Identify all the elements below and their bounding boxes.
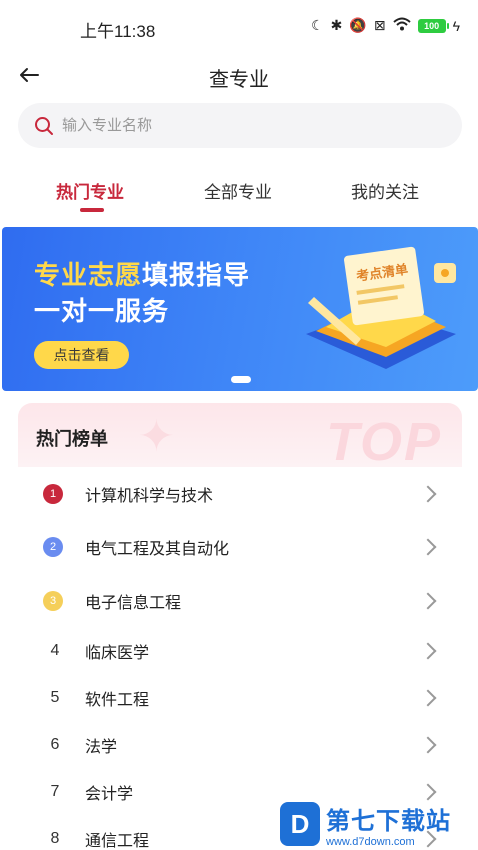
item-label: 法学 xyxy=(85,739,118,756)
chevron-right-icon xyxy=(419,642,437,660)
charging-icon: ϟ xyxy=(452,17,460,34)
rank-number: 7 xyxy=(50,783,60,800)
banner-headline-highlight: 专业志愿 xyxy=(34,260,143,290)
mute-icon: 🔕 xyxy=(349,17,367,33)
item-label: 电气工程及其自动化 xyxy=(85,541,230,558)
list-item[interactable]: 6 法学 xyxy=(18,722,462,768)
status-icons: ☾ ✱ 🔕 ⊠ 100 ϟ xyxy=(311,17,460,34)
site-name: 第七下载站 xyxy=(326,807,451,835)
site-url: www.d7down.com xyxy=(326,835,415,848)
hot-list-title: 热门榜单 xyxy=(36,429,108,449)
rank-medal-icon: 3 xyxy=(43,591,63,611)
tab-bar: 热门专业 全部专业 我的关注 xyxy=(0,170,478,215)
banner-headline: 专业志愿填报指导 xyxy=(34,255,250,292)
search-box[interactable] xyxy=(18,103,462,148)
rank-medal-icon: 1 xyxy=(43,484,63,504)
rank-number: 6 xyxy=(50,736,60,753)
page-title: 查专业 xyxy=(209,69,269,91)
search-input[interactable] xyxy=(62,117,422,134)
chevron-right-icon xyxy=(419,736,437,754)
list-item[interactable]: 5 软件工程 xyxy=(18,675,462,721)
rank-number: 4 xyxy=(50,642,60,659)
book-illustration: 考点清单 xyxy=(306,246,456,369)
wifi-icon xyxy=(392,17,411,34)
battery-icon: 100 xyxy=(417,18,449,33)
banner[interactable]: 专业志愿填报指导 一对一服务 点击查看 考点清单 xyxy=(2,227,478,391)
sim-icon: ⊠ xyxy=(373,17,386,33)
top-watermark: TOP xyxy=(325,412,442,467)
list-item[interactable]: 2 电气工程及其自动化 xyxy=(18,524,462,570)
item-label: 计算机科学与技术 xyxy=(85,488,214,505)
banner-view-button[interactable]: 点击查看 xyxy=(34,341,129,369)
tab-hot-majors[interactable]: 热门专业 xyxy=(56,178,124,203)
tab-my-follows[interactable]: 我的关注 xyxy=(351,178,419,203)
nav-bar: 查专业 xyxy=(0,50,478,100)
site-watermark-text: 第七下载站 www.d7down.com xyxy=(326,801,451,848)
search-icon xyxy=(35,116,53,135)
item-label: 会计学 xyxy=(85,786,134,803)
hot-list-header: ✦ TOP 热门榜单 xyxy=(18,403,462,467)
tab-indicator xyxy=(80,208,104,212)
list-item[interactable]: 3 电子信息工程 xyxy=(18,578,462,624)
chevron-right-icon xyxy=(419,485,437,503)
item-label: 电子信息工程 xyxy=(85,595,182,612)
status-bar: 上午11:38 ☾ ✱ 🔕 ⊠ 100 ϟ xyxy=(0,0,478,50)
moon-icon: ☾ xyxy=(311,17,324,33)
item-label: 临床医学 xyxy=(85,645,150,662)
bluetooth-icon: ✱ xyxy=(330,17,343,33)
chevron-right-icon xyxy=(419,538,437,556)
rank-medal-icon: 2 xyxy=(43,537,63,557)
list-item[interactable]: 4 临床医学 xyxy=(18,628,462,674)
banner-subheadline: 一对一服务 xyxy=(34,296,170,326)
item-label: 通信工程 xyxy=(85,833,150,850)
sparkle-icon: ✦ xyxy=(138,412,175,461)
site-watermark: D 第七下载站 www.d7down.com xyxy=(280,798,478,850)
site-logo-icon: D xyxy=(280,802,320,846)
chevron-right-icon xyxy=(419,689,437,707)
item-label: 软件工程 xyxy=(85,692,150,709)
banner-headline-rest: 填报指导 xyxy=(142,260,251,290)
hot-list: ✦ TOP 热门榜单 1 计算机科学与技术 2 电气工程及其自动化 3 电子信息… xyxy=(18,403,462,850)
tab-all-majors[interactable]: 全部专业 xyxy=(204,178,272,203)
rank-number: 8 xyxy=(50,830,60,847)
banner-page-indicator xyxy=(231,376,251,383)
rank-number: 5 xyxy=(50,689,60,706)
chevron-right-icon xyxy=(419,592,437,610)
list-item[interactable]: 1 计算机科学与技术 xyxy=(18,471,462,517)
status-time: 上午11:38 xyxy=(80,22,156,41)
